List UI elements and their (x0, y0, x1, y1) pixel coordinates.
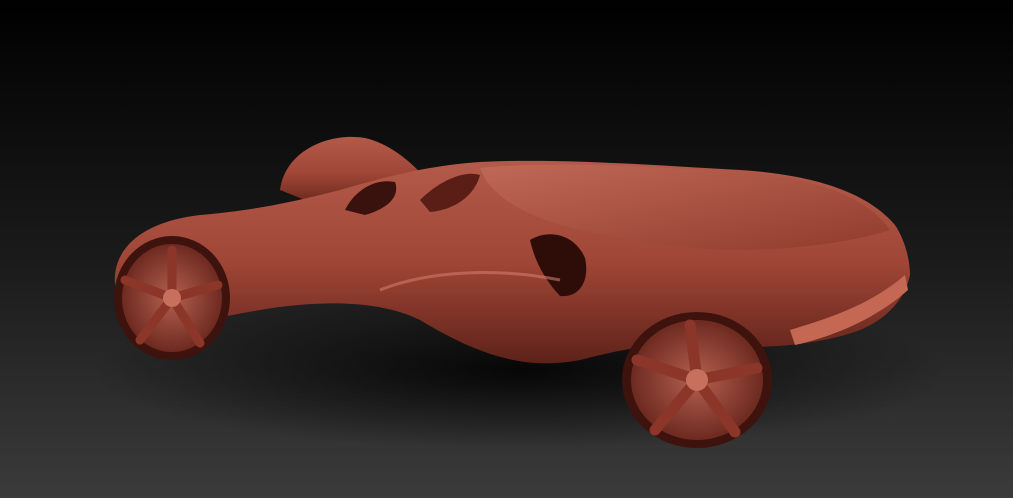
render-viewport[interactable] (0, 0, 1013, 498)
front-wheel (622, 312, 772, 448)
car-render-image (0, 0, 1013, 498)
rear-wheel (114, 236, 230, 360)
